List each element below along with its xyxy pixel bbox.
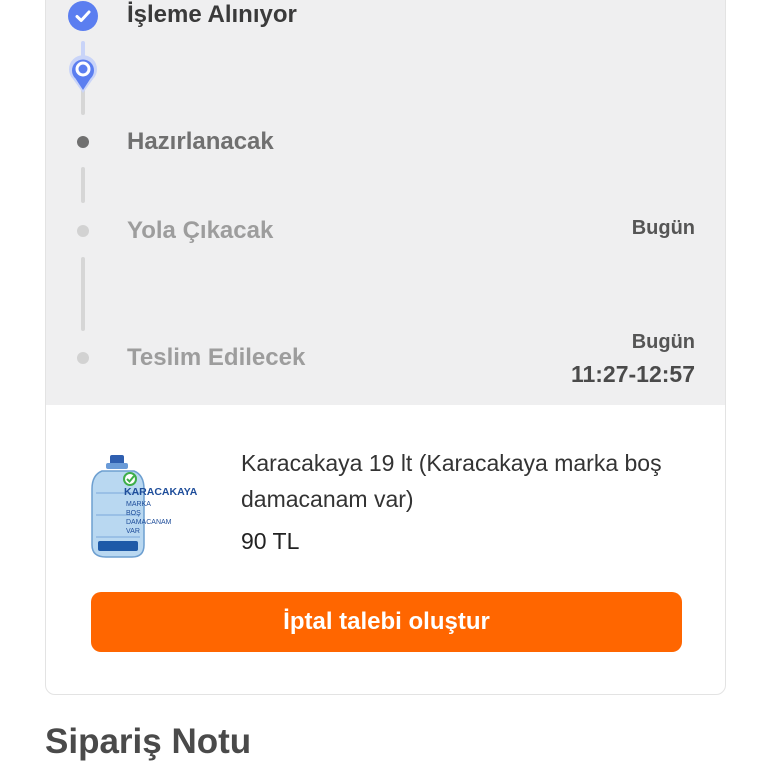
order-status-card: İşleme Alınıyor Hazırlanacak Yola Çıkaca…: [45, 0, 726, 695]
delivery-time-range: 11:27-12:57: [570, 361, 695, 387]
cancel-request-button[interactable]: İptal talebi oluştur: [91, 592, 682, 652]
product-image-caption-1: MARKA: [126, 501, 151, 508]
step-dot-preparing: [77, 136, 89, 148]
step-label-on-the-way: Yola Çıkacak: [127, 217, 274, 244]
product-image-caption-3: DAMACANAM: [126, 519, 172, 526]
order-timeline: İşleme Alınıyor Hazırlanacak Yola Çıkaca…: [46, 0, 725, 405]
step-label-processing: İşleme Alınıyor: [127, 1, 297, 28]
step-label-delivery: Teslim Edilecek: [127, 344, 306, 371]
product-image: KARACAKAYA MARKA BOŞ DAMACANAM VAR: [88, 449, 204, 561]
timeline-connector: [81, 167, 85, 203]
product-image-brand: KARACAKAYA: [124, 486, 198, 498]
step-date-delivery: Bugün: [631, 331, 695, 353]
product-name: Karacakaya 19 lt (Karacakaya marka boş d…: [241, 450, 662, 512]
step-dot-delivery: [77, 352, 89, 364]
order-note-title: Sipariş Notu: [45, 722, 252, 761]
check-icon: [68, 1, 98, 31]
step-label-preparing: Hazırlanacak: [127, 128, 274, 155]
product-price: 90 TL: [241, 528, 300, 554]
product-image-caption-2: BOŞ: [126, 510, 141, 517]
timeline-connector: [81, 257, 85, 331]
location-pin-icon: [67, 49, 99, 95]
step-date-on-the-way: Bugün: [631, 217, 695, 239]
step-dot-on-the-way: [77, 225, 89, 237]
product-image-caption-4: VAR: [126, 528, 140, 535]
